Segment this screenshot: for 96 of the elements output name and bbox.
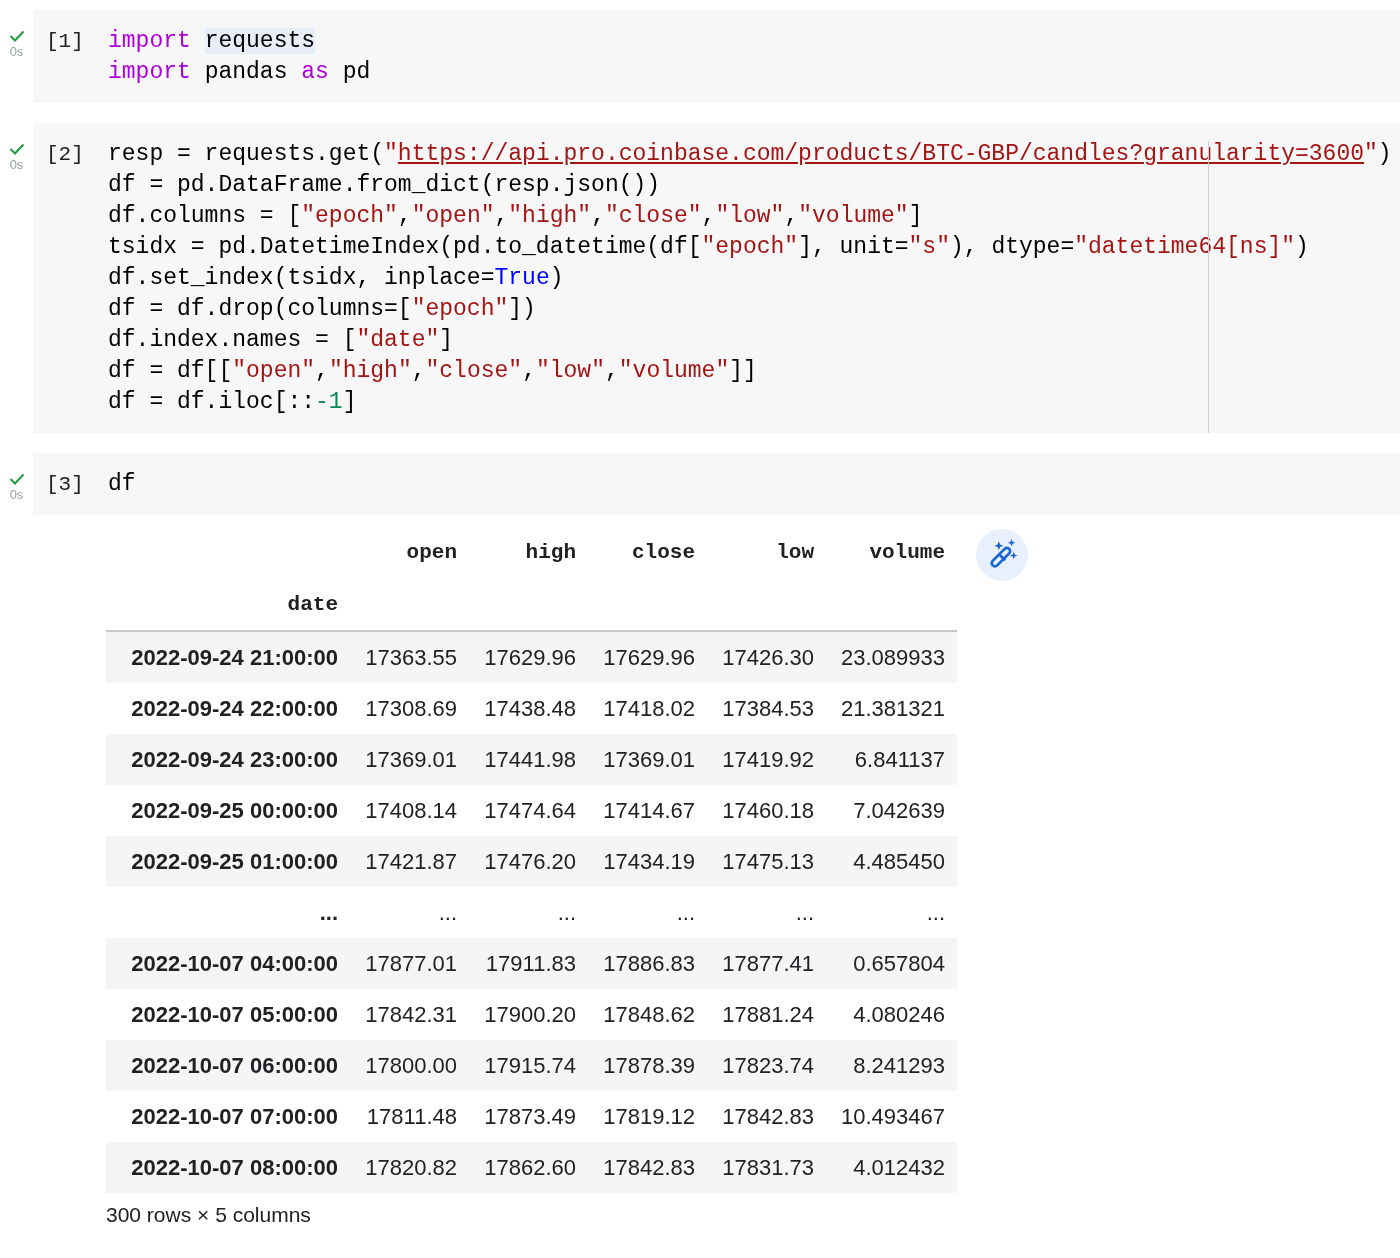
table-cell: 17911.83 — [485, 950, 576, 976]
table-cell: 17369.01 — [603, 746, 695, 772]
table-cell: 4.012432 — [853, 1154, 945, 1180]
table-cell: 17877.41 — [722, 950, 814, 976]
code-line: resp = requests.get("https://api.pro.coinbase.com/products/BTC-GBP/candles?granularity=3600") — [108, 140, 1392, 169]
table-cell: ... — [557, 899, 576, 925]
code-line: df.set_index(tsidx, inplace=True) — [108, 264, 565, 293]
table-cell: 17862.60 — [484, 1154, 576, 1180]
magic-wand-button[interactable] — [976, 529, 1028, 581]
execution-time: 0s — [9, 44, 24, 59]
row-index: 2022-09-24 21:00:00 — [131, 644, 338, 670]
row-index: ... — [319, 899, 338, 925]
table-cell: 17418.02 — [603, 695, 695, 721]
table-cell: 17475.13 — [722, 848, 814, 874]
table-footer: 300 rows × 5 columns — [106, 1203, 957, 1227]
execution-count: [2] — [46, 142, 85, 168]
table-cell: 17842.83 — [722, 1103, 814, 1129]
code-cell[interactable]: [3] df — [33, 453, 1400, 515]
table-cell: 17800.00 — [365, 1052, 457, 1078]
table-cell: 23.089933 — [841, 644, 945, 670]
table-cell: 17426.30 — [722, 644, 814, 670]
row-index: 2022-10-07 06:00:00 — [131, 1052, 338, 1078]
table-cell: 10.493467 — [841, 1103, 945, 1129]
table-cell: 17886.83 — [603, 950, 695, 976]
table-cell: 17384.53 — [722, 695, 814, 721]
code-cell[interactable] — [33, 123, 1400, 433]
table-cell: 17877.01 — [365, 950, 457, 976]
code-line: df.index.names = ["date"] — [108, 326, 455, 355]
table-cell: 17363.55 — [365, 644, 457, 670]
table-cell: 17308.69 — [365, 695, 457, 721]
table-cell: 17878.39 — [603, 1052, 695, 1078]
table-cell: 17873.49 — [484, 1103, 576, 1129]
table-cell: 17900.20 — [484, 1001, 576, 1027]
row-index: 2022-10-07 07:00:00 — [131, 1103, 338, 1129]
table-cell: ... — [438, 899, 457, 925]
execution-count: [1] — [46, 29, 85, 55]
code-line: tsidx = pd.DatetimeIndex(pd.to_datetime(df["epoch"], unit="s"), dtype="datetime64[ns]") — [108, 233, 1310, 262]
table-cell: 17881.24 — [722, 1001, 814, 1027]
execution-count: [3] — [46, 472, 85, 498]
table-cell: 17419.92 — [722, 746, 814, 772]
code-line: df = df.drop(columns=["epoch"]) — [108, 295, 537, 324]
table-cell: 7.042639 — [853, 797, 945, 823]
table-cell: 17474.64 — [484, 797, 576, 823]
code-line: df = df[["open","high","close","low","volume"]] — [108, 357, 758, 386]
code-line: df — [108, 470, 136, 499]
code-cell[interactable]: [1] import requests import pandas as pd — [33, 10, 1400, 103]
execution-time: 0s — [9, 487, 24, 502]
table-cell: 17820.82 — [365, 1154, 457, 1180]
table-cell: 17629.96 — [484, 644, 576, 670]
table-cell: 6.841137 — [854, 746, 945, 772]
row-index: 2022-10-07 04:00:00 — [131, 950, 338, 976]
row-index: 2022-09-25 01:00:00 — [131, 848, 338, 874]
table-cell: 0.657804 — [853, 950, 945, 976]
column-header: high — [525, 540, 576, 564]
row-index: 2022-10-07 05:00:00 — [131, 1001, 338, 1027]
table-cell: 4.080246 — [853, 1001, 945, 1027]
table-cell: 17831.73 — [722, 1154, 814, 1180]
code-line: import requests — [108, 27, 317, 56]
table-cell: 17811.48 — [366, 1103, 457, 1129]
url-link[interactable]: https://api.pro.coinbase.com/products/BTC-GBP/candles?granularity=3600 — [397, 141, 1365, 167]
table-cell: ... — [676, 899, 695, 925]
table-cell: ... — [926, 899, 945, 925]
column-header: open — [406, 540, 457, 564]
code-line: df.columns = ["epoch","open","high","close","low","volume"] — [108, 202, 924, 231]
table-cell: 21.381321 — [841, 695, 945, 721]
table-cell: 17842.83 — [603, 1154, 695, 1180]
row-index: 2022-09-24 23:00:00 — [131, 746, 338, 772]
table-cell: 17434.19 — [603, 848, 695, 874]
table-cell: 17819.12 — [603, 1103, 695, 1129]
table-cell: 17441.98 — [484, 746, 576, 772]
column-header: volume — [869, 540, 945, 564]
table-cell: 17915.74 — [484, 1052, 576, 1078]
column-header: low — [776, 540, 814, 564]
row-index: 2022-09-25 00:00:00 — [131, 797, 338, 823]
index-header: date — [287, 593, 338, 616]
table-cell: 17823.74 — [722, 1052, 814, 1078]
table-cell: 17629.96 — [603, 644, 695, 670]
table-cell: ... — [795, 899, 814, 925]
code-line: df = df.iloc[::-1] — [108, 388, 358, 417]
execution-time: 0s — [9, 157, 24, 172]
column-header: close — [632, 540, 695, 564]
table-cell: 8.241293 — [853, 1052, 945, 1078]
table-cell: 17476.20 — [484, 848, 576, 874]
table-cell: 17369.01 — [365, 746, 457, 772]
row-index: 2022-10-07 08:00:00 — [131, 1154, 338, 1180]
code-line: df = pd.DataFrame.from_dict(resp.json()) — [108, 171, 662, 200]
table-cell: 4.485450 — [853, 848, 945, 874]
table-cell: 17460.18 — [722, 797, 814, 823]
table-cell: 17438.48 — [484, 695, 576, 721]
table-cell: 17842.31 — [365, 1001, 457, 1027]
table-cell: 17848.62 — [603, 1001, 695, 1027]
table-cell: 17414.67 — [603, 797, 695, 823]
table-cell: 17408.14 — [365, 797, 457, 823]
table-cell: 17421.87 — [365, 848, 457, 874]
code-line: import pandas as pd — [108, 58, 371, 87]
row-index: 2022-09-24 22:00:00 — [131, 695, 338, 721]
